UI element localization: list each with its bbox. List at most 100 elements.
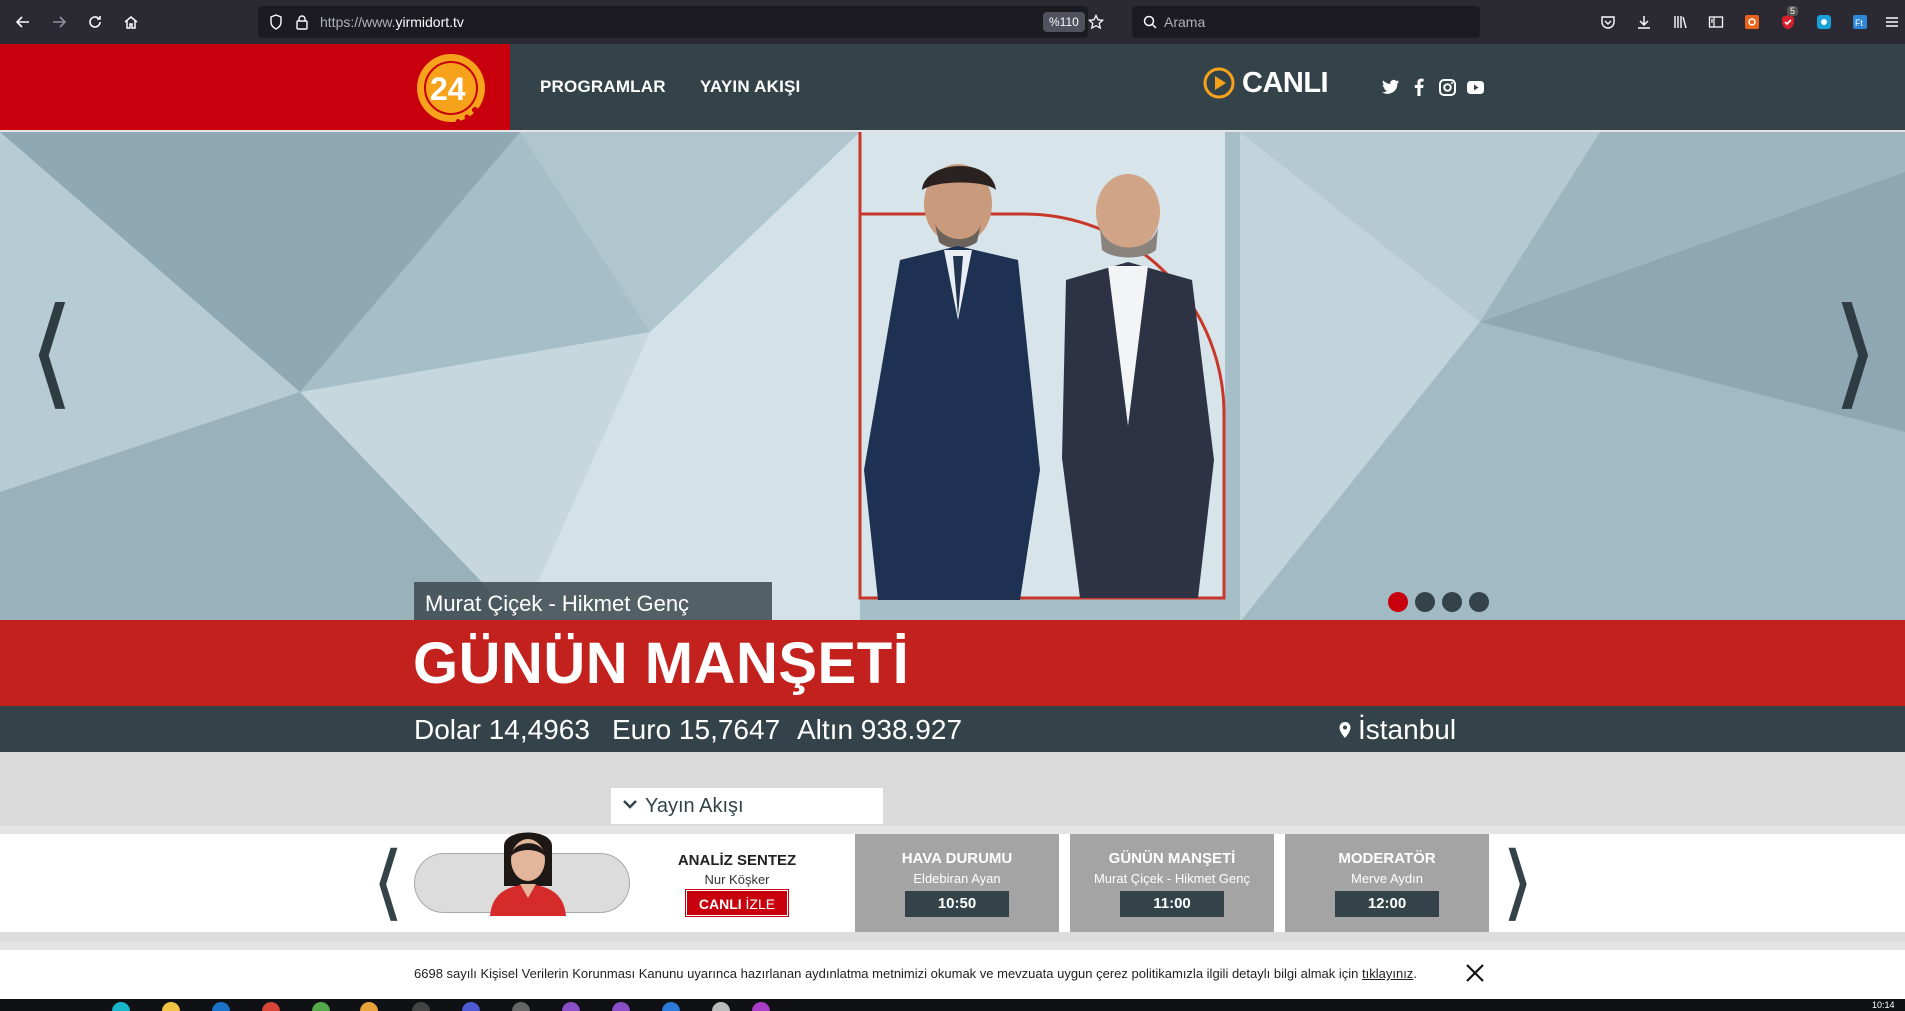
schedule-card-host: Murat Çiçek - Hikmet Genç	[1093, 871, 1251, 886]
schedule-card-time: 12:00	[1335, 891, 1439, 917]
schedule-card-host: Eldebiran Ayan	[913, 871, 1001, 886]
schedule-card-host: Merve Aydın	[1350, 871, 1424, 886]
channel-24-logo[interactable]: 24	[413, 50, 489, 126]
forward-arrow-icon[interactable]	[46, 10, 72, 34]
hero-background-image	[0, 132, 1905, 622]
schedule-card[interactable]: GÜNÜN MANŞETİ Murat Çiçek - Hikmet Genç …	[1070, 834, 1274, 932]
os-taskbar: 10:14	[0, 999, 1905, 1011]
schedule-prev-arrow[interactable]: ⟨	[372, 842, 404, 924]
hero-caption: Murat Çiçek - Hikmet Genç	[414, 582, 772, 621]
zoom-level-badge[interactable]: %110	[1043, 12, 1085, 32]
altin-rate: Altın 938.927	[797, 714, 963, 745]
watch-live-button[interactable]: CANLI İZLE	[685, 889, 789, 917]
slider-dot-1[interactable]	[1388, 592, 1408, 612]
bookmark-star-icon[interactable]	[1086, 12, 1106, 32]
market-band: Dolar 14,4963 Euro 15,7647 Altın 938.927…	[0, 706, 1905, 752]
show-title[interactable]: GÜNÜN MANŞETİ	[413, 630, 909, 697]
svg-text:Ft: Ft	[1855, 18, 1863, 28]
menu-yayin-akisi[interactable]: YAYIN AKIŞI	[700, 77, 800, 97]
taskbar-app-icon[interactable]	[112, 1002, 130, 1011]
youtube-icon[interactable]	[1464, 76, 1486, 98]
taskbar-app-icon[interactable]	[360, 1002, 378, 1011]
schedule-card[interactable]: HAVA DURUMU Eldebiran Ayan 10:50	[855, 834, 1059, 932]
current-show-host: Nur Köşker	[704, 872, 770, 887]
hamburger-menu-icon[interactable]	[1882, 12, 1902, 32]
site-header: 24 PROGRAMLAR YAYIN AKIŞI CANLI	[0, 44, 1905, 130]
extension-badge: 5	[1787, 6, 1799, 16]
sidebar-icon[interactable]	[1706, 12, 1726, 32]
taskbar-folder-icon[interactable]	[162, 1002, 180, 1011]
section-divider	[0, 932, 1905, 942]
reload-icon[interactable]	[82, 10, 108, 34]
current-show-title: ANALİZ SENTEZ	[677, 852, 797, 869]
cookie-banner: 6698 sayılı Kişisel Verilerin Korunması …	[0, 950, 1905, 999]
hero-presenters: Murat Çiçek - Hikmet Genç	[425, 591, 690, 616]
taskbar-app-icon[interactable]	[462, 1002, 480, 1011]
taskbar-app-icon[interactable]	[752, 1002, 770, 1011]
taskbar-app-icon[interactable]	[312, 1002, 330, 1011]
back-arrow-icon[interactable]	[10, 10, 36, 34]
taskbar-app-icon[interactable]	[512, 1002, 530, 1011]
slider-dots	[1388, 592, 1489, 612]
live-label: CANLI	[1242, 66, 1329, 99]
play-circle-icon	[1203, 67, 1235, 99]
taskbar-clock[interactable]: 10:14	[1872, 1000, 1895, 1010]
hero-prev-arrow[interactable]: ⟨	[28, 292, 75, 412]
schedule-card[interactable]: MODERATÖR Merve Aydın 12:00	[1285, 834, 1489, 932]
url-text: https://www.yirmidort.tv	[320, 14, 464, 30]
live-button[interactable]: CANLI	[1202, 66, 1329, 100]
lock-icon[interactable]	[292, 12, 312, 32]
city-name: İstanbul	[1358, 714, 1457, 745]
schedule-card-time: 11:00	[1120, 891, 1224, 917]
hero-slider: ⟨ ⟩ Murat Çiçek - Hikmet Genç	[0, 132, 1905, 622]
schedule-tab[interactable]: Yayın Akışı	[611, 788, 883, 824]
schedule-card-title: GÜNÜN MANŞETİ	[1108, 850, 1236, 867]
url-bar[interactable]: https://www.yirmidort.tv %110	[258, 6, 1104, 38]
menu-programlar[interactable]: PROGRAMLAR	[540, 77, 666, 97]
chevron-down-icon	[623, 800, 637, 809]
city-weather[interactable]: İstanbul	[1338, 714, 1456, 746]
download-icon[interactable]	[1634, 12, 1654, 32]
website: 24 PROGRAMLAR YAYIN AKIŞI CANLI ⟨ ⟩ Mura…	[0, 44, 1905, 999]
library-icon[interactable]	[1670, 12, 1690, 32]
schedule-tab-area: Yayın Akışı	[0, 752, 1905, 826]
taskbar-app-icon[interactable]	[212, 1002, 230, 1011]
extension-ft-icon[interactable]: Ft	[1850, 12, 1870, 32]
taskbar-app-icon[interactable]	[562, 1002, 580, 1011]
hero-next-arrow[interactable]: ⟩	[1832, 292, 1879, 412]
location-pin-icon	[1339, 722, 1351, 738]
pocket-icon[interactable]	[1598, 12, 1618, 32]
euro-rate: Euro 15,7647	[612, 714, 781, 745]
slider-dot-2[interactable]	[1415, 592, 1435, 612]
schedule-strip: ⟨ ⟩ ANALİZ SENTEZ Nur Köşker CANLI İZLE …	[0, 832, 1905, 932]
taskbar-app-icon[interactable]	[412, 1002, 430, 1011]
slider-dot-3[interactable]	[1442, 592, 1462, 612]
cookie-policy-link[interactable]: tıklayınız	[1362, 966, 1413, 981]
schedule-card-time: 10:50	[905, 891, 1009, 917]
svg-text:24: 24	[430, 71, 466, 107]
schedule-card-title: MODERATÖR	[1338, 850, 1436, 867]
schedule-tab-label: Yayın Akışı	[645, 795, 744, 817]
taskbar-app-icon[interactable]	[612, 1002, 630, 1011]
instagram-icon[interactable]	[1436, 76, 1458, 98]
slider-dot-4[interactable]	[1469, 592, 1489, 612]
twitter-icon[interactable]	[1380, 76, 1402, 98]
taskbar-app-icon[interactable]	[712, 1002, 730, 1011]
presenter-avatar	[490, 832, 566, 916]
extension-blue-icon[interactable]	[1814, 12, 1834, 32]
show-title-band: GÜNÜN MANŞETİ	[0, 620, 1905, 706]
facebook-icon[interactable]	[1408, 76, 1430, 98]
dolar-rate: Dolar 14,4963	[414, 714, 590, 745]
taskbar-app-icon[interactable]	[262, 1002, 280, 1011]
cookie-notice-text: 6698 sayılı Kişisel Verilerin Korunması …	[414, 966, 1417, 981]
search-placeholder: Arama	[1164, 14, 1206, 30]
extension-orange-icon[interactable]	[1742, 12, 1762, 32]
close-icon[interactable]	[1462, 960, 1488, 986]
taskbar-app-icon[interactable]	[662, 1002, 680, 1011]
shield-icon[interactable]	[266, 12, 286, 32]
browser-toolbar: https://www.yirmidort.tv %110 Arama 5 Ft	[0, 0, 1905, 44]
schedule-next-arrow[interactable]: ⟩	[1502, 842, 1534, 924]
home-icon[interactable]	[118, 10, 144, 34]
schedule-card-title: HAVA DURUMU	[901, 850, 1013, 867]
search-bar[interactable]: Arama	[1132, 6, 1480, 38]
